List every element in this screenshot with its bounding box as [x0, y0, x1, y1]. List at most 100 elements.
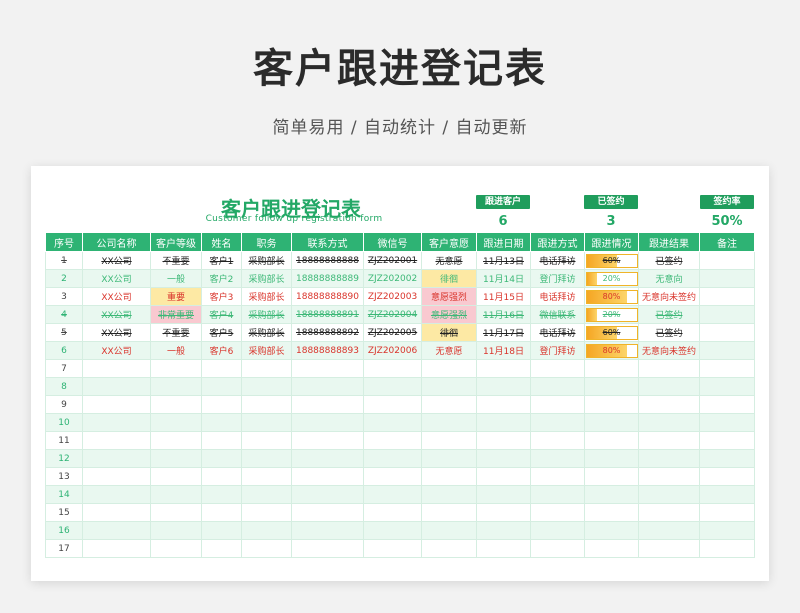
cell-empty[interactable] — [476, 395, 531, 414]
cell-intent[interactable]: 徘徊 — [421, 323, 477, 342]
cell-name[interactable]: 客户4 — [201, 305, 242, 324]
cell-company[interactable]: XX公司 — [82, 251, 151, 270]
cell-empty[interactable] — [291, 521, 364, 540]
cell-empty[interactable] — [638, 503, 700, 522]
cell-empty[interactable] — [363, 485, 422, 504]
cell-empty[interactable] — [699, 521, 755, 540]
cell-empty[interactable] — [530, 521, 585, 540]
cell-empty[interactable] — [421, 359, 477, 378]
cell-empty[interactable] — [530, 413, 585, 432]
cell-note[interactable] — [699, 269, 755, 288]
cell-empty[interactable] — [82, 377, 151, 396]
cell-method[interactable]: 电话拜访 — [530, 251, 585, 270]
cell-role[interactable]: 采购部长 — [241, 305, 292, 324]
column-header[interactable]: 微信号 — [363, 232, 422, 252]
cell-empty[interactable] — [201, 395, 242, 414]
cell-empty[interactable] — [584, 503, 639, 522]
cell-company[interactable]: XX公司 — [82, 287, 151, 306]
cell-empty[interactable] — [241, 431, 292, 450]
cell-wechat[interactable]: ZJZ202004 — [363, 305, 422, 324]
column-header[interactable]: 跟进情况 — [584, 232, 639, 252]
cell-empty[interactable] — [699, 485, 755, 504]
cell-empty[interactable] — [584, 539, 639, 558]
cell-empty[interactable] — [241, 377, 292, 396]
cell-wechat[interactable]: ZJZ202002 — [363, 269, 422, 288]
table-row[interactable]: 16 — [45, 521, 755, 540]
column-header[interactable]: 跟进结果 — [638, 232, 700, 252]
cell-empty[interactable] — [699, 377, 755, 396]
cell-empty[interactable] — [638, 449, 700, 468]
cell-progress[interactable]: 60% — [584, 323, 639, 342]
cell-empty[interactable] — [584, 521, 639, 540]
cell-empty[interactable] — [638, 395, 700, 414]
cell-phone[interactable]: 18888888888 — [291, 251, 364, 270]
cell-empty[interactable] — [584, 413, 639, 432]
cell-intent[interactable]: 意愿强烈 — [421, 287, 477, 306]
cell-empty[interactable] — [699, 539, 755, 558]
cell-date[interactable]: 11月16日 — [476, 305, 531, 324]
cell-no[interactable]: 8 — [45, 377, 83, 396]
cell-empty[interactable] — [699, 449, 755, 468]
cell-empty[interactable] — [150, 485, 202, 504]
cell-empty[interactable] — [150, 449, 202, 468]
cell-no[interactable]: 11 — [45, 431, 83, 450]
cell-phone[interactable]: 18888888893 — [291, 341, 364, 360]
cell-no[interactable]: 2 — [45, 269, 83, 288]
cell-no[interactable]: 16 — [45, 521, 83, 540]
cell-empty[interactable] — [476, 485, 531, 504]
cell-empty[interactable] — [699, 503, 755, 522]
cell-empty[interactable] — [421, 395, 477, 414]
cell-progress[interactable]: 80% — [584, 341, 639, 360]
column-header[interactable]: 序号 — [45, 232, 83, 252]
table-row[interactable]: 4 XX公司 非常重要 客户4 采购部长 18888888891 ZJZ202004 意愿强烈… — [45, 305, 755, 324]
column-header[interactable]: 跟进方式 — [530, 232, 585, 252]
cell-empty[interactable] — [699, 467, 755, 486]
cell-progress[interactable]: 20% — [584, 305, 639, 324]
cell-no[interactable]: 4 — [45, 305, 83, 324]
cell-empty[interactable] — [530, 449, 585, 468]
cell-date[interactable]: 11月15日 — [476, 287, 531, 306]
cell-empty[interactable] — [291, 485, 364, 504]
cell-empty[interactable] — [421, 431, 477, 450]
cell-no[interactable]: 12 — [45, 449, 83, 468]
cell-no[interactable]: 7 — [45, 359, 83, 378]
cell-empty[interactable] — [291, 359, 364, 378]
cell-empty[interactable] — [530, 467, 585, 486]
cell-empty[interactable] — [241, 539, 292, 558]
cell-wechat[interactable]: ZJZ202006 — [363, 341, 422, 360]
cell-name[interactable]: 客户3 — [201, 287, 242, 306]
cell-empty[interactable] — [201, 449, 242, 468]
cell-empty[interactable] — [584, 431, 639, 450]
cell-result[interactable]: 无意向未签约 — [638, 341, 700, 360]
column-header[interactable]: 客户等级 — [150, 232, 202, 252]
cell-empty[interactable] — [584, 449, 639, 468]
cell-name[interactable]: 客户1 — [201, 251, 242, 270]
cell-role[interactable]: 采购部长 — [241, 251, 292, 270]
table-row[interactable]: 1 XX公司 不重要 客户1 采购部长 18888888888 ZJZ202001 无意愿 11… — [45, 251, 755, 270]
cell-empty[interactable] — [421, 377, 477, 396]
cell-empty[interactable] — [699, 413, 755, 432]
cell-empty[interactable] — [363, 395, 422, 414]
table-row[interactable]: 14 — [45, 485, 755, 504]
cell-level[interactable]: 非常重要 — [150, 305, 202, 324]
cell-empty[interactable] — [291, 467, 364, 486]
cell-intent[interactable]: 无意愿 — [421, 251, 477, 270]
cell-empty[interactable] — [82, 521, 151, 540]
cell-note[interactable] — [699, 323, 755, 342]
cell-progress[interactable]: 20% — [584, 269, 639, 288]
cell-empty[interactable] — [241, 503, 292, 522]
cell-role[interactable]: 采购部长 — [241, 287, 292, 306]
cell-empty[interactable] — [82, 485, 151, 504]
cell-date[interactable]: 11月17日 — [476, 323, 531, 342]
cell-note[interactable] — [699, 287, 755, 306]
cell-method[interactable]: 登门拜访 — [530, 341, 585, 360]
cell-empty[interactable] — [150, 539, 202, 558]
cell-result[interactable]: 无意向未签约 — [638, 287, 700, 306]
cell-no[interactable]: 6 — [45, 341, 83, 360]
cell-role[interactable]: 采购部长 — [241, 323, 292, 342]
cell-empty[interactable] — [476, 503, 531, 522]
cell-company[interactable]: XX公司 — [82, 323, 151, 342]
table-row[interactable]: 6 XX公司 一般 客户6 采购部长 18888888893 ZJZ202006 无意愿 11月… — [45, 341, 755, 360]
cell-empty[interactable] — [638, 539, 700, 558]
cell-result[interactable]: 无意向 — [638, 269, 700, 288]
